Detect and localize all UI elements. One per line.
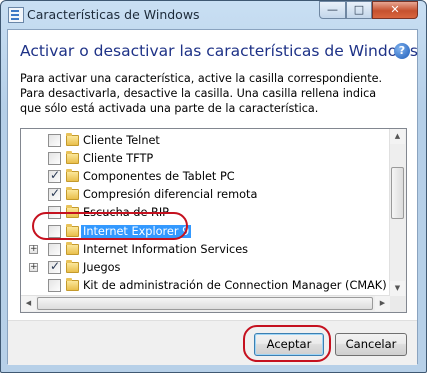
feature-row[interactable]: Componentes de Tablet PC — [21, 168, 396, 186]
feature-row[interactable]: Kit de administración de Connection Mana… — [21, 277, 406, 295]
folder-icon — [66, 277, 79, 291]
feature-row[interactable]: + Internet Information Services — [21, 241, 396, 259]
expand-icon[interactable]: + — [29, 244, 38, 254]
feature-row[interactable]: Cliente Telnet — [21, 132, 396, 150]
folder-icon — [66, 259, 79, 273]
close-button[interactable]: ✕ — [372, 1, 418, 19]
feature-label[interactable]: Kit de administración de Connection Mana… — [83, 279, 406, 292]
feature-label[interactable]: Internet Information Services — [83, 243, 248, 256]
folder-icon — [66, 169, 79, 183]
expand-icon[interactable]: + — [29, 262, 38, 272]
annotation-circle-ie9 — [32, 212, 188, 240]
help-icon[interactable]: ? — [394, 43, 410, 59]
feature-label[interactable]: Juegos — [83, 261, 120, 274]
feature-checkbox[interactable] — [48, 278, 61, 292]
scroll-down-icon[interactable]: ▼ — [390, 281, 405, 296]
feature-label[interactable]: Componentes de Tablet PC — [83, 170, 235, 183]
scroll-right-icon[interactable]: ▶ — [375, 296, 390, 311]
feature-row[interactable]: Cliente TFTP — [21, 150, 396, 168]
folder-icon — [66, 187, 79, 201]
dialog-window: Características de Windows — □ ✕ Activar… — [0, 0, 427, 373]
feature-checkbox[interactable] — [48, 152, 61, 166]
folder-icon — [66, 133, 79, 146]
feature-label[interactable]: Cliente Telnet — [83, 134, 160, 147]
button-bar: Aceptar Cancelar — [8, 320, 417, 365]
feature-row[interactable]: Compresión diferencial remota — [21, 186, 396, 204]
window-title: Características de Windows — [27, 7, 200, 22]
feature-checkbox[interactable] — [48, 186, 61, 202]
vertical-scrollbar[interactable]: ▲ ▼ — [389, 129, 406, 296]
horizontal-scrollbar[interactable]: ◀ ▶ — [21, 295, 390, 312]
vertical-scroll-thumb[interactable] — [391, 167, 404, 219]
page-title: Activar o desactivar las características… — [20, 42, 418, 60]
feature-checkbox[interactable] — [48, 134, 61, 147]
minimize-button[interactable]: — — [319, 1, 346, 19]
cancel-button[interactable]: Cancelar — [335, 333, 407, 356]
feature-checkbox[interactable] — [48, 259, 61, 274]
scrollbar-corner — [390, 296, 406, 312]
scroll-left-icon[interactable]: ◀ — [21, 296, 36, 311]
dialog-client-area: Activar o desactivar las características… — [7, 29, 418, 365]
feature-label[interactable]: Cliente TFTP — [83, 152, 153, 165]
horizontal-scroll-thumb[interactable] — [37, 297, 373, 310]
feature-row[interactable]: + Juegos — [21, 259, 396, 277]
feature-checkbox[interactable] — [48, 242, 61, 256]
annotation-circle-ok — [243, 325, 331, 362]
scroll-up-icon[interactable]: ▲ — [390, 129, 405, 144]
instructions-text: Para activar una característica, active … — [20, 72, 383, 115]
maximize-button[interactable]: □ — [346, 1, 372, 19]
folder-icon — [66, 241, 79, 255]
title-bar[interactable]: Características de Windows — □ ✕ — [1, 1, 426, 29]
feature-checkbox[interactable] — [48, 168, 61, 184]
feature-label[interactable]: Compresión diferencial remota — [83, 188, 257, 201]
folder-icon — [66, 151, 79, 165]
window-features-icon — [8, 7, 24, 23]
